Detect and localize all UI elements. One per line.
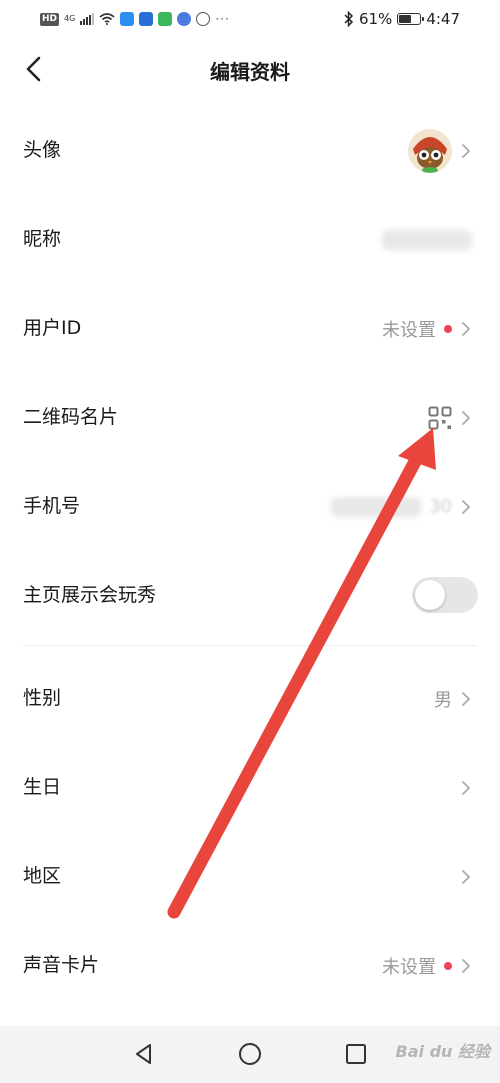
chevron-right-icon <box>462 143 470 158</box>
qr-code-icon <box>428 406 452 429</box>
avatar <box>408 128 452 173</box>
toggle-knob <box>415 580 445 610</box>
red-dot-badge <box>444 961 452 970</box>
status-bar: HD 4G ··· 61% 4:47 <box>0 0 500 38</box>
row-label: 用户ID <box>23 317 82 339</box>
chevron-right-icon <box>462 321 470 336</box>
row-label: 二维码名片 <box>23 406 119 428</box>
app-notification-icon <box>139 12 154 26</box>
chevron-right-icon <box>462 958 470 973</box>
row-label: 主页展示会玩秀 <box>23 584 157 606</box>
watermark: Bai du 经验 <box>395 1042 490 1061</box>
hand-app-icon <box>196 12 211 26</box>
chevron-right-icon <box>462 499 470 514</box>
app-notification-icon <box>158 12 173 26</box>
battery-percent: 61% <box>358 10 393 28</box>
wifi-icon <box>99 13 115 25</box>
section-divider <box>23 645 477 646</box>
more-notifications: ··· <box>215 12 230 26</box>
chevron-right-icon <box>462 869 470 884</box>
system-nav-bar: Bai du 经验 <box>0 1026 500 1083</box>
show-on-homepage-toggle[interactable] <box>412 577 478 613</box>
voice-card-value: 未设置 <box>382 956 436 978</box>
region-row[interactable]: 地区 <box>0 832 500 921</box>
gender-value: 男 <box>434 689 452 711</box>
nav-recent-button[interactable] <box>344 1042 368 1066</box>
clock: 4:47 <box>426 10 460 28</box>
signal-icon <box>80 13 95 25</box>
nickname-value-blurred <box>382 229 472 250</box>
app-notification-icon <box>120 12 135 26</box>
music-app-icon <box>177 12 192 26</box>
user-id-row[interactable]: 用户ID 未设置 <box>0 284 500 373</box>
hd-badge: HD <box>40 12 60 26</box>
circle-home-icon <box>239 1043 261 1065</box>
triangle-back-icon <box>136 1044 151 1064</box>
title-bar: 编辑资料 <box>0 38 500 100</box>
phone-value-blurred <box>331 496 422 517</box>
voice-card-row[interactable]: 声音卡片 未设置 <box>0 921 500 1010</box>
phone-value-tail: 30 <box>429 496 452 517</box>
chevron-right-icon <box>462 780 470 795</box>
row-label: 手机号 <box>23 495 81 517</box>
square-recent-icon <box>346 1044 366 1064</box>
nickname-row[interactable]: 昵称 <box>0 195 500 284</box>
avatar-row[interactable]: 头像 <box>0 106 500 195</box>
row-label: 性别 <box>23 687 62 709</box>
row-label: 声音卡片 <box>23 954 100 976</box>
nav-home-button[interactable] <box>238 1042 262 1066</box>
red-dot-badge <box>444 324 452 333</box>
user-id-value: 未设置 <box>382 319 436 341</box>
row-label: 地区 <box>23 865 62 887</box>
nav-back-button[interactable] <box>132 1042 156 1066</box>
status-right: 61% 4:47 <box>344 9 460 29</box>
battery-icon <box>397 13 425 25</box>
bluetooth-icon <box>344 11 354 27</box>
network-label: 4G <box>64 14 76 23</box>
page-title: 编辑资料 <box>210 60 290 84</box>
row-label: 头像 <box>23 139 62 161</box>
chevron-right-icon <box>462 691 470 706</box>
phone-row[interactable]: 手机号 30 <box>0 462 500 551</box>
status-left: HD 4G ··· <box>40 10 230 28</box>
gender-row[interactable]: 性别 男 <box>0 654 500 743</box>
qr-card-row[interactable]: 二维码名片 <box>0 373 500 462</box>
birthday-row[interactable]: 生日 <box>0 743 500 832</box>
row-label: 生日 <box>23 776 62 798</box>
chevron-right-icon <box>462 410 470 425</box>
row-label: 昵称 <box>23 228 62 250</box>
